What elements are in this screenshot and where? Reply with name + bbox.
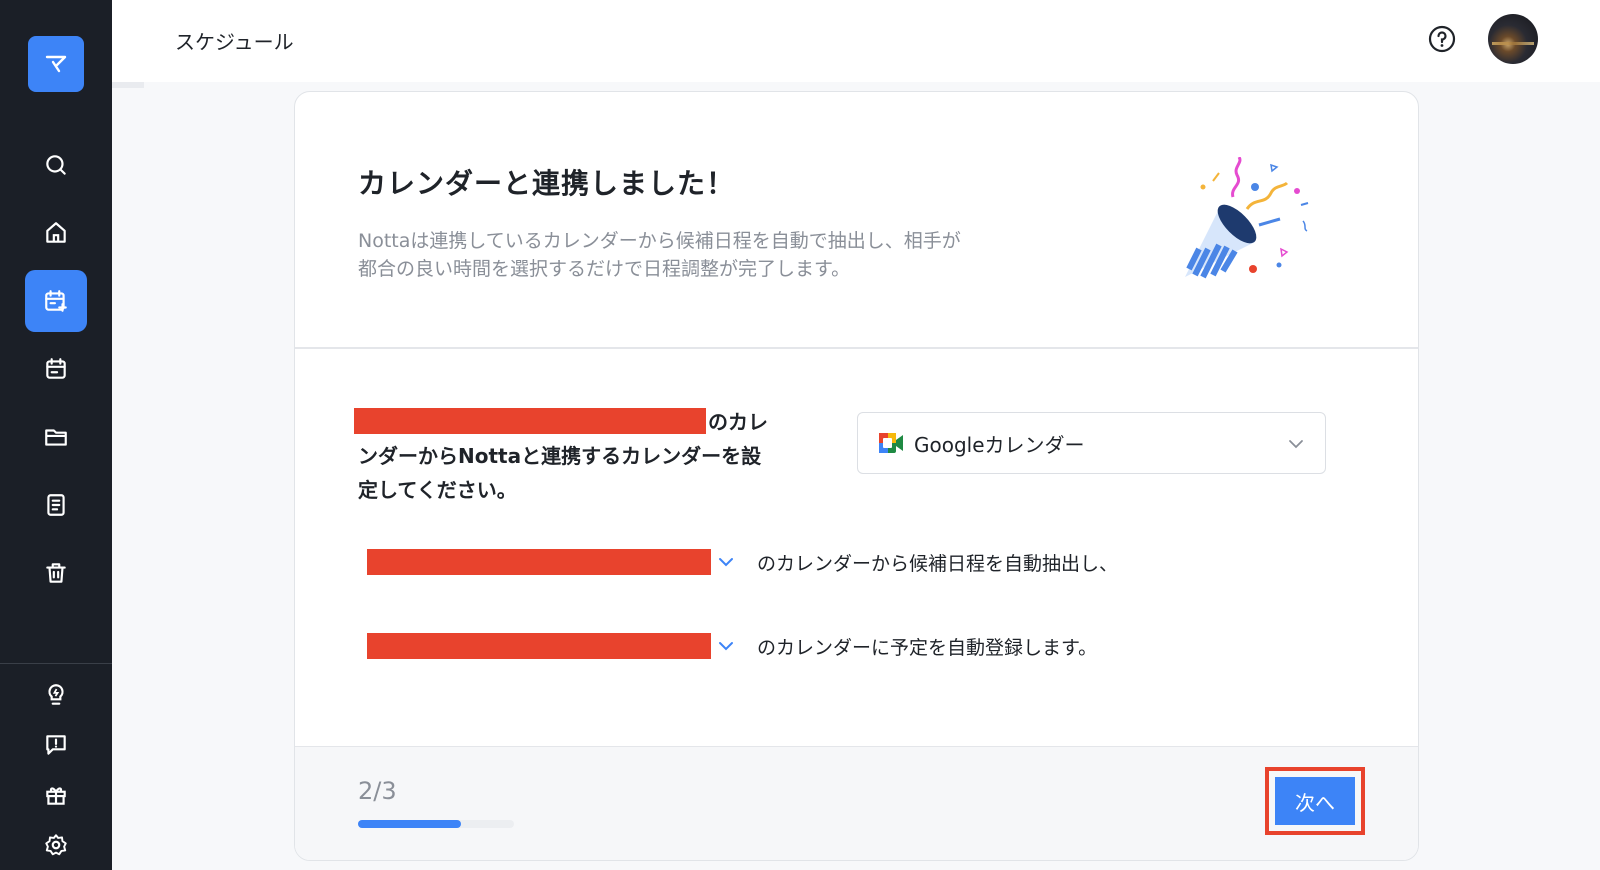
sidebar-item-trash[interactable] bbox=[25, 542, 87, 604]
sidebar-item-folder[interactable] bbox=[25, 406, 87, 468]
progress-bar-fill bbox=[358, 820, 461, 828]
next-button[interactable]: 次へ bbox=[1275, 777, 1355, 825]
sidebar-item-search[interactable] bbox=[25, 134, 87, 196]
setup-instruction: のカレンダーからNottaと連携するカレンダーを設定してください。 bbox=[354, 405, 778, 507]
card-title: カレンダーと連携しました！ bbox=[358, 167, 736, 200]
register-calendar-dropdown[interactable] bbox=[367, 633, 711, 659]
next-button-highlight: 次へ bbox=[1265, 767, 1365, 835]
party-popper-icon bbox=[1185, 157, 1309, 279]
progress-bar bbox=[358, 820, 514, 828]
avatar[interactable] bbox=[1488, 14, 1538, 64]
home-icon bbox=[46, 222, 66, 243]
chevron-down-icon bbox=[1289, 440, 1303, 449]
gear-icon bbox=[45, 834, 67, 856]
sidebar-item-settings[interactable] bbox=[25, 814, 87, 870]
description-line-1: Nottaは連携しているカレンダーから候補日程を自動で抽出し、相手が bbox=[358, 230, 961, 252]
sidebar-item-notes[interactable] bbox=[25, 474, 87, 536]
extract-calendar-row: のカレンダーから候補日程を自動抽出し、 bbox=[367, 547, 1118, 577]
app-logo[interactable] bbox=[28, 36, 84, 92]
extract-calendar-dropdown[interactable] bbox=[367, 549, 711, 575]
document-icon bbox=[47, 494, 65, 516]
folder-icon bbox=[45, 429, 67, 446]
calendar-connected-card: カレンダーと連携しました！ Nottaは連携しているカレンダーから候補日程を自動… bbox=[294, 91, 1419, 861]
chevron-down-icon[interactable] bbox=[717, 637, 735, 655]
help-icon[interactable] bbox=[1426, 23, 1458, 55]
sidebar-item-schedule[interactable] bbox=[25, 270, 87, 332]
card-footer: 2/3 次へ bbox=[295, 746, 1418, 860]
lightbulb-icon bbox=[48, 684, 64, 705]
sidebar bbox=[0, 0, 112, 870]
redacted-account bbox=[354, 408, 706, 434]
calendar-plus-icon bbox=[45, 290, 67, 312]
description-line-2: 都合の良い時間を選択するだけで日程調整が完了します。 bbox=[358, 258, 851, 280]
sidebar-item-calendar[interactable] bbox=[25, 338, 87, 400]
feedback-icon bbox=[46, 735, 66, 755]
search-icon bbox=[46, 155, 66, 175]
header: スケジュール bbox=[112, 0, 1600, 82]
chevron-down-icon[interactable] bbox=[717, 553, 735, 571]
sidebar-item-home[interactable] bbox=[25, 202, 87, 264]
register-calendar-row: のカレンダーに予定を自動登録します。 bbox=[367, 631, 1097, 661]
step-indicator: 2/3 bbox=[358, 777, 397, 805]
card-divider bbox=[295, 347, 1418, 349]
gift-icon bbox=[46, 787, 66, 805]
register-calendar-text: のカレンダーに予定を自動登録します。 bbox=[757, 636, 1098, 659]
calendar-service-select[interactable]: Googleカレンダー bbox=[857, 412, 1326, 474]
trash-icon bbox=[46, 563, 66, 583]
card-description: Nottaは連携しているカレンダーから候補日程を自動で抽出し、相手が 都合の良い… bbox=[358, 227, 1008, 283]
extract-calendar-text: のカレンダーから候補日程を自動抽出し、 bbox=[757, 552, 1119, 575]
page-title: スケジュール bbox=[175, 30, 294, 54]
calendar-service-value: Googleカレンダー bbox=[914, 432, 1085, 457]
google-meet-icon bbox=[879, 433, 903, 453]
notta-logo-icon bbox=[45, 55, 67, 73]
calendar-icon bbox=[46, 358, 66, 379]
